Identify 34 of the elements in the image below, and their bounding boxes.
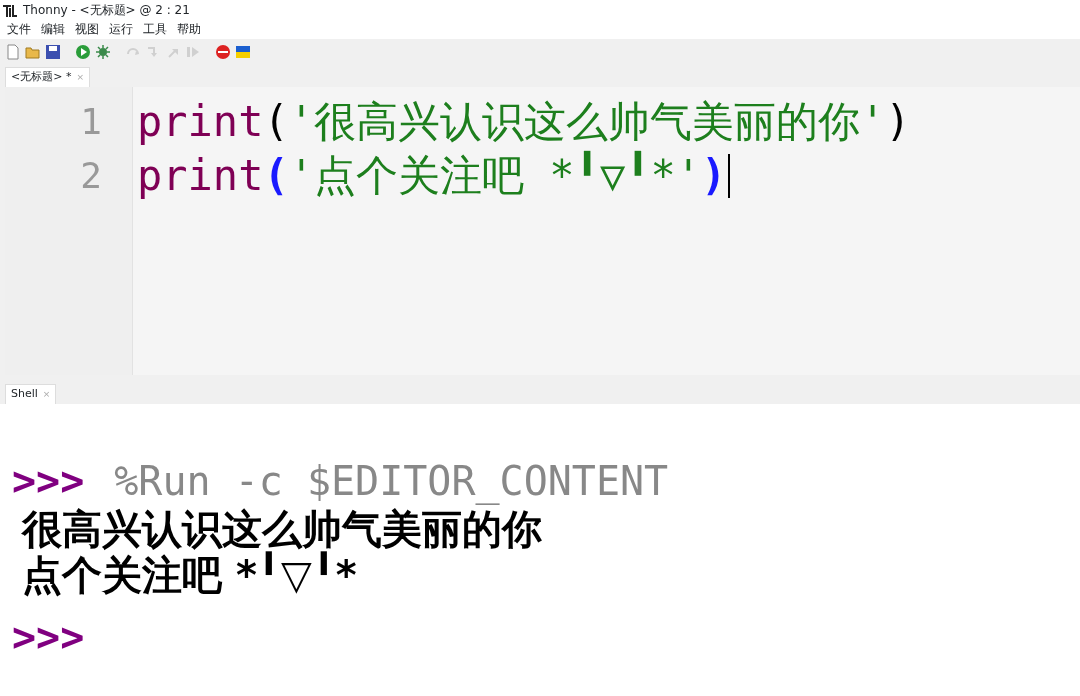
shell-output: 点个关注吧 *╹▽╹* [21,552,357,598]
menu-item[interactable]: 文件 [2,20,36,39]
app-logo-icon [3,3,19,17]
shell-prompt: >>> [12,613,85,662]
new-file-icon [5,44,21,60]
bug-button[interactable] [95,44,111,60]
run-button[interactable] [75,44,91,60]
menu-item[interactable]: 视图 [70,20,104,39]
stop-button[interactable] [215,44,231,60]
shell-command: %Run -c $EDITOR_CONTENT [114,457,669,506]
shell-output: 很高兴认识这么帅气美丽的你 [20,506,542,552]
editor-tab[interactable]: <无标题> * × [5,67,90,87]
resume-icon [185,44,201,60]
shell-tab[interactable]: Shell × [5,384,57,404]
flag-button[interactable] [235,44,251,60]
folder-icon [25,44,41,60]
save-icon [45,44,61,60]
line-number: 1 [79,100,103,144]
stop-icon [215,44,231,60]
shell-prompt: >>> [12,457,85,506]
text-cursor [728,154,730,198]
new-file-button[interactable] [5,44,21,60]
code-line: print('很高兴认识这么帅气美丽的你') [137,96,912,148]
run-icon [75,44,91,60]
menu-item[interactable]: 编辑 [36,20,70,39]
menu-item[interactable]: 帮助 [172,20,206,39]
flag-icon [235,44,251,60]
window-title: Thonny - <无标题> @ 2 : 21 [23,2,190,19]
code-line: print('点个关注吧 *╹▽╹*') [137,149,1080,203]
menu-item[interactable]: 工具 [138,20,172,39]
bug-icon [95,44,111,60]
save-button[interactable] [45,44,61,60]
line-number: 2 [79,154,103,198]
menu-item[interactable]: 运行 [104,20,138,39]
